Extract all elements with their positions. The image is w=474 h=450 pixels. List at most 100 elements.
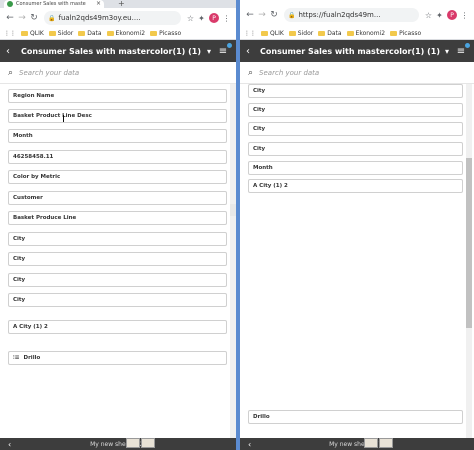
lock-icon: 🔒 — [48, 14, 56, 22]
browser-tab[interactable]: Consumer Sales with maste × — [4, 0, 104, 8]
bookmark-data[interactable]: Data — [318, 30, 342, 37]
chevron-down-icon[interactable]: ▾ — [440, 47, 454, 56]
tab-strip: Consumer Sales with maste × + — [0, 0, 236, 8]
bookmark-label: Data — [327, 30, 342, 37]
bookmark-qlik[interactable]: QLIK — [21, 30, 44, 37]
back-arrow-icon[interactable]: ← — [4, 13, 16, 23]
search-input[interactable]: Search your data — [259, 69, 319, 77]
search-bar[interactable]: ⌕ Search your data — [0, 62, 236, 84]
forward-arrow-icon[interactable]: → — [16, 13, 28, 23]
bookmark-sidor[interactable]: Sidor — [48, 30, 73, 37]
search-bar[interactable]: ⌕ Search your data — [240, 62, 474, 84]
bookmark-label: Ekonomi2 — [115, 30, 146, 37]
bookmark-label: Picasso — [159, 30, 182, 37]
back-chevron-icon[interactable]: ‹ — [6, 46, 20, 57]
bookmark-sidor[interactable]: Sidor — [288, 30, 313, 37]
list-item[interactable]: City — [8, 273, 227, 287]
kebab-menu-icon[interactable]: ⋮ — [459, 11, 470, 20]
extensions-icon[interactable]: ✦ — [434, 11, 445, 20]
scroll-thumb[interactable] — [466, 158, 472, 328]
favicon-icon — [7, 1, 13, 7]
bookmark-label: Ekonomi2 — [355, 30, 386, 37]
extensions-icon[interactable]: ✦ — [196, 14, 207, 23]
screen: Consumer Sales with maste × + ← → ↻ 🔒 fu… — [0, 0, 474, 450]
left-item-list: Region Name Basket Product Line Desc Mon… — [0, 84, 236, 434]
apps-grid-icon: ⋮⋮ — [4, 30, 16, 37]
bookmark-picasso[interactable]: Picasso — [390, 30, 421, 37]
list-item[interactable]: Color by Metric — [8, 170, 227, 184]
list-item[interactable]: City — [248, 122, 463, 136]
url-text: fualn2qds49m3oy.eu.... — [58, 14, 141, 22]
list-item[interactable]: City — [8, 252, 227, 266]
list-item[interactable]: Basket Produce Line — [8, 211, 227, 225]
search-input[interactable]: Search your data — [19, 69, 79, 77]
star-icon[interactable]: ☆ — [185, 14, 196, 23]
footer-back-icon[interactable]: ‹ — [248, 440, 251, 449]
list-item[interactable]: City — [8, 293, 227, 307]
list-item[interactable]: Month — [248, 161, 463, 175]
back-chevron-icon[interactable]: ‹ — [246, 46, 260, 57]
list-item[interactable]: Customer — [8, 191, 227, 205]
reload-icon[interactable]: ↻ — [268, 10, 280, 20]
list-item[interactable]: Region Name — [8, 89, 227, 103]
avatar[interactable]: P — [209, 13, 219, 23]
list-item[interactable]: Basket Product Line Desc — [8, 109, 227, 123]
bookmark-apps[interactable]: ⋮⋮ — [4, 30, 16, 37]
list-item[interactable]: City — [248, 84, 463, 98]
reload-icon[interactable]: ↻ — [28, 13, 40, 23]
sheet-thumbnail[interactable] — [379, 438, 393, 448]
bookmark-qlik[interactable]: QLIK — [261, 30, 284, 37]
kebab-menu-icon[interactable]: ⋮ — [221, 14, 232, 23]
avatar[interactable]: P — [447, 10, 457, 20]
folder-icon — [261, 31, 268, 36]
right-scrollbar[interactable] — [466, 84, 472, 438]
forward-arrow-icon[interactable]: → — [256, 10, 268, 20]
chevron-down-icon[interactable]: ▾ — [202, 47, 216, 56]
sheet-thumbnails[interactable] — [126, 438, 155, 448]
notification-dot — [465, 43, 470, 48]
list-item[interactable]: 46258458.11 — [8, 150, 227, 164]
tab-close-icon[interactable]: × — [96, 0, 101, 8]
qlik-app-header: ‹ Consumer Sales with mastercolor(1) (1)… — [240, 40, 474, 62]
new-tab-icon[interactable]: + — [118, 0, 125, 8]
tab-title: Consumer Sales with maste — [16, 1, 86, 7]
sheet-thumbnail[interactable] — [126, 438, 140, 448]
apps-grid-icon: ⋮⋮ — [244, 30, 256, 37]
bookmark-ekonomi2[interactable]: Ekonomi2 — [346, 30, 386, 37]
bookmark-data[interactable]: Data — [78, 30, 102, 37]
list-item[interactable]: Drillo — [248, 410, 463, 424]
sheet-thumbnail[interactable] — [141, 438, 155, 448]
list-item[interactable]: Month — [8, 129, 227, 143]
folder-icon — [288, 31, 296, 36]
qlik-app-header: ‹ Consumer Sales with mastercolor(1) (1)… — [0, 40, 236, 62]
footer-back-icon[interactable]: ‹ — [8, 440, 11, 449]
url-field[interactable]: 🔒 https://fualn2qds49m... — [284, 8, 419, 22]
search-icon: ⌕ — [8, 67, 14, 78]
folder-icon — [318, 31, 326, 36]
sheet-thumbnails[interactable] — [364, 438, 393, 448]
notification-dot — [227, 43, 232, 48]
bookmark-label: QLIK — [30, 30, 44, 37]
list-item[interactable]: City — [248, 142, 463, 156]
bookmark-apps[interactable]: ⋮⋮ — [244, 30, 256, 37]
back-arrow-icon[interactable]: ← — [244, 10, 256, 20]
sheet-footer: ‹ My new sheet (72) — [0, 438, 236, 450]
sheet-title: Consumer Sales with mastercolor(1) (1) — [260, 46, 440, 56]
star-icon[interactable]: ☆ — [423, 11, 434, 20]
drill-item[interactable]: ⫶≡ Drillo — [8, 351, 227, 365]
bookmark-ekonomi2[interactable]: Ekonomi2 — [106, 30, 146, 37]
sheet-thumbnail[interactable] — [364, 438, 378, 448]
bookmarks-bar: ⋮⋮ QLIK Sidor Data Ekonomi2 Picasso — [240, 28, 474, 40]
folder-icon — [106, 31, 114, 36]
list-item[interactable]: A City (1) 2 — [248, 179, 463, 193]
list-item[interactable]: A City (1) 2 — [8, 320, 227, 334]
right-item-list: City City City City Month A City (1) 2 D… — [240, 84, 474, 434]
list-item[interactable]: City — [248, 103, 463, 117]
url-text: https://fualn2qds49m... — [298, 11, 381, 19]
url-field[interactable]: 🔒 fualn2qds49m3oy.eu.... — [44, 11, 181, 25]
address-bar-row: ← → ↻ 🔒 https://fualn2qds49m... ☆ ✦ P ⋮ — [240, 2, 474, 28]
list-item[interactable]: City — [8, 232, 227, 246]
bookmark-picasso[interactable]: Picasso — [150, 30, 181, 37]
sheet-footer: ‹ My new sheet (72) — [240, 438, 474, 450]
drill-label: Drillo — [23, 355, 41, 361]
